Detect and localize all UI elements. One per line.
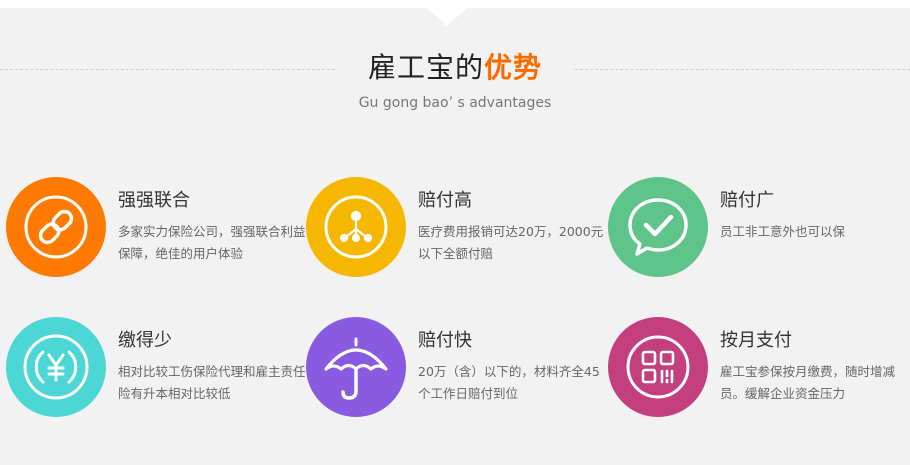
feature-title: 赔付广 [720, 190, 774, 211]
section-title: 雇工宝的优势 [0, 48, 910, 88]
feature-desc: 医疗费用报销可达20万，2000元以下全额付赔 [418, 224, 604, 261]
feature-card-monthly-pay: 按月支付 雇工宝参保按月缴费，随时增减员。缓解企业资金压力 [608, 317, 908, 417]
feature-desc: 雇工宝参保按月缴费，随时增减员。缓解企业资金压力 [720, 364, 896, 401]
feature-card-strong-alliance: 强强联合 多家实力保险公司，强强联合利益保障，绝佳的用户体验 [6, 177, 306, 277]
feature-desc: 多家实力保险公司，强强联合利益保障，绝佳的用户体验 [118, 224, 306, 261]
feature-title: 赔付高 [418, 190, 472, 211]
feature-title: 缴得少 [118, 330, 172, 351]
feature-card-fast-payout: 赔付快 20万（含）以下的，材料齐全45个工作日赔付到位 [306, 317, 606, 417]
top-band [0, 0, 910, 8]
yen-icon [6, 317, 106, 417]
feature-title: 赔付快 [418, 330, 472, 351]
feature-title: 强强联合 [118, 190, 190, 211]
feature-desc: 20万（含）以下的，材料齐全45个工作日赔付到位 [418, 364, 600, 401]
qr-grid-icon [608, 317, 708, 417]
feature-card-low-cost: 缴得少 相对比较工伤保险代理和雇主责任 险有升本相对比较低 [6, 317, 306, 417]
section-title-accent: 优势 [484, 51, 543, 84]
link-icon [6, 177, 106, 277]
feature-card-high-payout: 赔付高 医疗费用报销可达20万，2000元以下全额付赔 [306, 177, 606, 277]
feature-desc: 员工非工意外也可以保 [720, 224, 846, 239]
network-icon [306, 177, 406, 277]
feature-desc: 相对比较工伤保险代理和雇主责任 险有升本相对比较低 [118, 364, 306, 401]
section-title-main: 雇工宝的 [367, 51, 484, 84]
feature-title: 按月支付 [720, 330, 792, 351]
top-notch [427, 8, 467, 26]
chat-check-icon [608, 177, 708, 277]
umbrella-icon [306, 317, 406, 417]
section-subtitle: Gu gong bao’ s advantages [358, 95, 552, 111]
feature-card-wide-coverage: 赔付广 员工非工意外也可以保 [608, 177, 908, 277]
